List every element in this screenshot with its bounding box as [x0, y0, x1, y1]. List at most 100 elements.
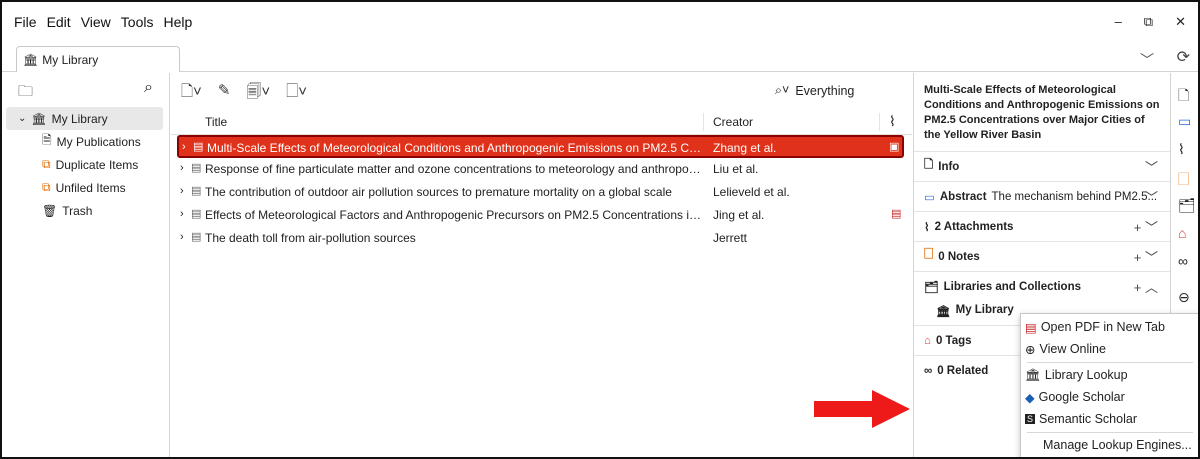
column-divider[interactable] — [703, 113, 704, 131]
tabs-menu-chevron-icon[interactable]: ﹀ — [1140, 50, 1154, 70]
menu-separator — [1027, 362, 1193, 363]
tree-item-unfiled-items[interactable]: ⧉ Unfiled Items — [2, 176, 169, 199]
menu-item-manage-engines[interactable]: Manage Lookup Engines... — [1021, 434, 1198, 456]
locate-popup-menu: ▤ Open PDF in New Tab ⊕ View Online 🏛 Li… — [1020, 313, 1198, 457]
menu-item-label: Semantic Scholar — [1039, 412, 1137, 426]
document-icon: ▤ — [191, 162, 202, 174]
journal-article-icon: ▤ — [193, 141, 204, 153]
section-attachments[interactable]: ⌇ 2 Attachments + ﹀ — [914, 211, 1170, 241]
section-label: Libraries and Collections — [943, 280, 1082, 293]
collections-pane: 🗀 ⌕ ⌄ 🏛 My Library 🗎 My Publications ⧉ D… — [2, 73, 170, 457]
menu-tools[interactable]: Tools — [121, 14, 154, 30]
table-row[interactable]: › ▤ The contribution of outdoor air poll… — [171, 181, 912, 204]
attachment-column-icon[interactable]: ⌇ — [889, 113, 896, 130]
row-title: The contribution of outdoor air pollutio… — [205, 185, 672, 199]
expand-arrow-icon[interactable]: › — [180, 231, 184, 243]
section-notes[interactable]: 🗌 0 Notes + ﹀ — [914, 241, 1170, 271]
publications-icon: 🗎 — [42, 133, 52, 147]
expand-arrow-icon[interactable]: › — [180, 185, 184, 197]
related-icon[interactable]: ∞ — [1178, 253, 1188, 269]
menu-item-open-pdf[interactable]: ▤ Open PDF in New Tab — [1021, 316, 1198, 338]
library-entry[interactable]: 🏛 My Library — [936, 304, 1014, 318]
libraries-icon: 🗂 — [924, 281, 939, 294]
add-chevron-icon[interactable]: + ﹀ — [1134, 217, 1158, 236]
tree-item-my-publications[interactable]: 🗎 My Publications — [2, 130, 169, 153]
locate-icon[interactable]: ⊖ — [1178, 289, 1190, 306]
items-toolbar: 🗋˅ ✎ 🗐˅ 🗌˅ ⌕˅ Everything — [171, 73, 912, 109]
table-row[interactable]: › ▤ The death toll from air-pollution so… — [171, 227, 912, 250]
magic-wand-icon[interactable]: ✎ — [218, 81, 231, 106]
related-icon: ∞ — [924, 364, 933, 377]
column-divider[interactable] — [879, 113, 880, 131]
chevron-down-icon[interactable]: ⌄ — [18, 113, 26, 124]
sync-icon[interactable]: ⟳ — [1177, 47, 1190, 67]
google-scholar-icon: ◆ — [1025, 390, 1035, 405]
section-libraries[interactable]: 🗂 Libraries and Collections + ︿ — [914, 271, 1170, 301]
section-abstract[interactable]: ▭ Abstract The mechanism behind PM2.5...… — [914, 181, 1170, 211]
menu-item-label: Library Lookup — [1044, 368, 1128, 382]
menu-item-google-scholar[interactable]: ◆ Google Scholar — [1021, 386, 1198, 408]
items-table-header: Title Creator ⌇ — [171, 109, 912, 135]
abstract-icon[interactable]: ▭ — [1178, 113, 1191, 130]
item-title[interactable]: Multi-Scale Effects of Meteorological Co… — [924, 83, 1164, 143]
tag-icon[interactable]: ⌂ — [1178, 225, 1186, 241]
expand-arrow-icon[interactable]: › — [180, 162, 184, 174]
menu-help[interactable]: Help — [163, 14, 192, 30]
section-label: 0 Tags — [935, 334, 972, 347]
tree-item-duplicate-items[interactable]: ⧉ Duplicate Items — [2, 153, 169, 176]
note-icon[interactable]: 🗌 — [1178, 169, 1189, 193]
search-mode-dropdown[interactable]: ⌕˅ Everything — [775, 83, 854, 98]
document-icon: ▤ — [191, 231, 202, 243]
tree-item-my-library[interactable]: ⌄ 🏛 My Library — [6, 107, 163, 130]
pdf-attachment-icon[interactable]: ▣ — [889, 140, 899, 153]
section-info[interactable]: 🗋 Info ﹀ — [914, 151, 1170, 181]
paperclip-icon[interactable]: ⌇ — [1178, 141, 1185, 158]
menu-item-library-lookup[interactable]: 🏛 Library Lookup — [1021, 364, 1198, 386]
info-icon[interactable]: 🗋 — [1178, 85, 1189, 109]
tree-label: Unfiled Items — [55, 180, 126, 195]
tab-bar: 🏛 My Library ﹀ ⟳ — [2, 44, 1198, 72]
menu-item-view-online[interactable]: ⊕ View Online — [1021, 338, 1198, 360]
add-chevron-up-icon[interactable]: + ︿ — [1134, 277, 1158, 296]
row-creator: Jerrett — [713, 231, 748, 245]
row-creator: Jing et al. — [713, 208, 765, 222]
search-icon: ⌕˅ — [775, 83, 790, 97]
collection-search-icon[interactable]: ⌕ — [144, 79, 153, 97]
libraries-icon[interactable]: 🗂 — [1178, 197, 1196, 214]
tree-label: My Library — [51, 111, 108, 126]
tree-item-trash[interactable]: 🗑 Trash — [2, 199, 169, 222]
column-header-title[interactable]: Title — [205, 115, 227, 129]
menu-file[interactable]: File — [14, 14, 37, 30]
menu-edit[interactable]: Edit — [47, 14, 71, 30]
section-label: 2 Attachments — [934, 220, 1014, 233]
close-button[interactable]: ✕ — [1175, 14, 1186, 30]
tree-label: Duplicate Items — [55, 157, 139, 172]
menu-view[interactable]: View — [81, 14, 111, 30]
section-label: 0 Related — [937, 364, 989, 377]
row-creator: Liu et al. — [713, 162, 759, 176]
globe-icon: ⊕ — [1025, 342, 1036, 357]
paperclip-icon: ⌇ — [924, 221, 930, 234]
annotation-arrow — [814, 390, 910, 428]
expand-arrow-icon[interactable]: › — [182, 141, 186, 153]
table-row[interactable]: › ▤ Multi-Scale Effects of Meteorologica… — [177, 135, 904, 158]
library-icon: 🏛 — [1025, 367, 1041, 382]
new-note-icon[interactable]: 🗌˅ — [286, 81, 307, 106]
restore-button[interactable]: ⧉ — [1144, 14, 1153, 30]
expand-arrow-icon[interactable]: › — [180, 208, 184, 220]
menu-item-semantic-scholar[interactable]: S Semantic Scholar — [1021, 408, 1198, 430]
add-chevron-icon[interactable]: + ﹀ — [1134, 247, 1158, 266]
tab-my-library[interactable]: 🏛 My Library — [16, 46, 180, 72]
chevron-down-icon[interactable]: ﹀ — [1145, 157, 1158, 176]
table-row[interactable]: › ▤ Effects of Meteorological Factors an… — [171, 204, 912, 227]
new-item-icon[interactable]: 🗋˅ — [181, 81, 202, 106]
new-collection-icon[interactable]: 🗀 — [18, 81, 33, 106]
add-attachment-icon[interactable]: 🗐˅ — [246, 81, 270, 106]
note-icon: 🗌 — [924, 249, 934, 261]
chevron-down-icon[interactable]: ﹀ — [1145, 187, 1158, 206]
table-row[interactable]: › ▤ Response of fine particulate matter … — [171, 158, 912, 181]
zotero-window: File Edit View Tools Help – ⧉ ✕ 🏛 My Lib… — [0, 0, 1200, 459]
pdf-attachment-icon[interactable]: ▤ — [891, 207, 901, 220]
column-header-creator[interactable]: Creator — [713, 115, 753, 129]
minimize-button[interactable]: – — [1115, 14, 1122, 30]
